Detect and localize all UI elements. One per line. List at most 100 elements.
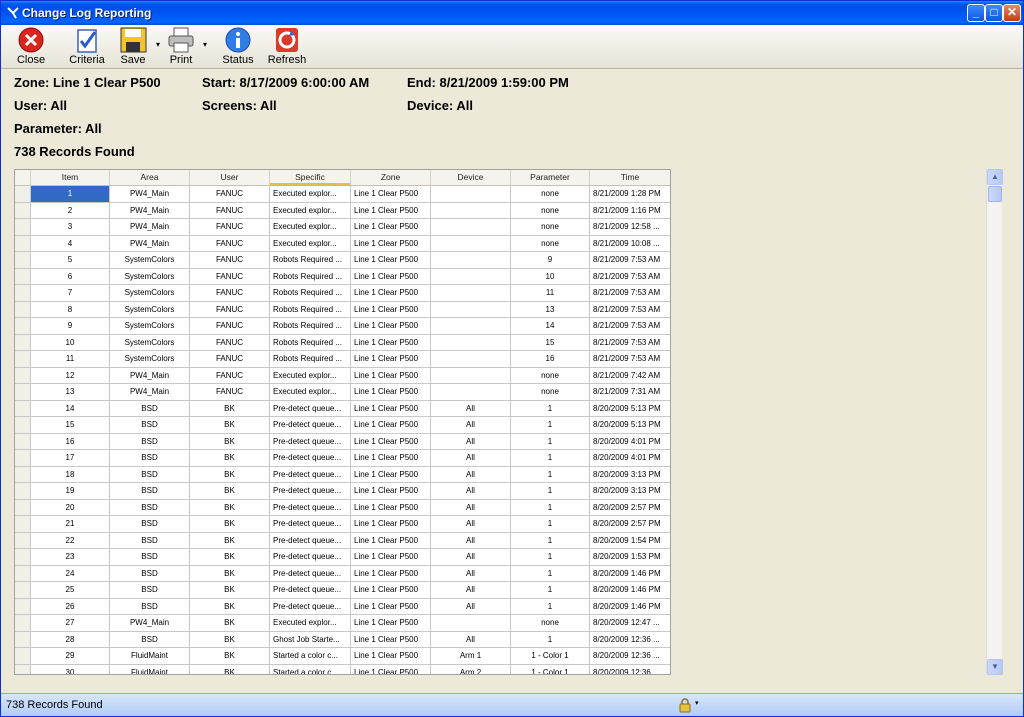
row-selector[interactable] <box>15 582 31 599</box>
table-cell[interactable]: 14 <box>511 318 590 335</box>
table-cell[interactable]: FANUC <box>190 219 270 236</box>
table-cell[interactable]: BSD <box>110 565 190 582</box>
table-cell[interactable]: 27 <box>31 615 110 632</box>
row-selector[interactable] <box>15 433 31 450</box>
table-cell[interactable]: 25 <box>31 582 110 599</box>
table-cell[interactable]: Line 1 Clear P500 <box>351 466 431 483</box>
table-cell[interactable]: none <box>511 384 590 401</box>
table-cell[interactable]: Line 1 Clear P500 <box>351 219 431 236</box>
table-cell[interactable]: 8/20/2009 5:13 PM <box>590 417 670 434</box>
print-button[interactable]: Print <box>163 26 199 68</box>
table-cell[interactable]: SystemColors <box>110 252 190 269</box>
table-row[interactable]: 19 BSD BK Pre-detect queue... Line 1 Clear P… <box>15 483 670 500</box>
table-cell[interactable]: BSD <box>110 466 190 483</box>
table-row[interactable]: 20 BSD BK Pre-detect queue... Line 1 Clear P… <box>15 499 670 516</box>
row-selector[interactable] <box>15 631 31 648</box>
table-cell[interactable]: 10 <box>31 334 110 351</box>
table-cell[interactable] <box>431 285 511 302</box>
table-cell[interactable]: 8/20/2009 12:36 ... <box>590 665 670 675</box>
row-selector[interactable] <box>15 565 31 582</box>
table-cell[interactable]: 8/21/2009 7:53 AM <box>590 269 670 285</box>
table-cell[interactable]: Pre-detect queue... <box>270 433 351 450</box>
table-cell[interactable]: Pre-detect queue... <box>270 400 351 417</box>
table-cell[interactable]: Line 1 Clear P500 <box>351 301 431 318</box>
table-cell[interactable]: 6 <box>31 268 110 285</box>
table-cell[interactable]: Line 1 Clear P500 <box>351 516 431 533</box>
table-row[interactable]: 30 FluidMaint BK Started a color c... Line 1… <box>15 664 670 675</box>
table-cell[interactable] <box>431 615 511 632</box>
col-header-zone[interactable]: Zone <box>351 170 431 186</box>
table-cell[interactable] <box>431 384 511 401</box>
table-row[interactable]: 8 SystemColors FANUC Robots Required ... Lin… <box>15 301 670 318</box>
table-cell[interactable]: BK <box>190 549 270 566</box>
table-cell[interactable]: BSD <box>110 598 190 615</box>
table-cell[interactable]: BSD <box>110 483 190 500</box>
table-row[interactable]: 9 SystemColors FANUC Robots Required ... Lin… <box>15 318 670 335</box>
table-cell[interactable]: FANUC <box>190 318 270 335</box>
col-header-specific[interactable]: Specific <box>270 170 351 186</box>
table-cell[interactable]: 1 <box>511 433 590 450</box>
table-cell[interactable]: BSD <box>110 549 190 566</box>
table-row[interactable]: 4 PW4_Main FANUC Executed explor... Line 1 C… <box>15 235 670 252</box>
table-cell[interactable]: 1 <box>511 549 590 566</box>
table-cell[interactable]: FANUC <box>190 285 270 302</box>
table-cell[interactable]: Pre-detect queue... <box>270 466 351 483</box>
table-cell[interactable]: BSD <box>110 417 190 434</box>
table-cell[interactable]: 8/20/2009 3:13 PM <box>590 467 670 483</box>
table-cell[interactable]: FANUC <box>190 301 270 318</box>
table-row[interactable]: 17 BSD BK Pre-detect queue... Line 1 Clear P… <box>15 450 670 467</box>
table-cell[interactable]: BSD <box>110 631 190 648</box>
table-row[interactable]: 28 BSD BK Ghost Job Starte... Line 1 Clear P… <box>15 631 670 648</box>
lock-dropdown-icon[interactable]: ▾ <box>695 699 699 707</box>
table-row[interactable]: 26 BSD BK Pre-detect queue... Line 1 Clear P… <box>15 598 670 615</box>
save-button[interactable]: Save <box>116 26 150 68</box>
table-cell[interactable]: Executed explor... <box>270 367 351 384</box>
table-row[interactable]: 7 SystemColors FANUC Robots Required ... Lin… <box>15 285 670 302</box>
table-cell[interactable]: 16 <box>511 351 590 368</box>
row-selector[interactable] <box>15 384 31 401</box>
table-cell[interactable]: BSD <box>110 582 190 599</box>
table-cell[interactable]: BK <box>190 417 270 434</box>
table-cell[interactable]: 18 <box>31 466 110 483</box>
col-header-time[interactable]: Time <box>590 170 670 186</box>
table-row[interactable]: 29 FluidMaint BK Started a color c... Line 1… <box>15 648 670 665</box>
row-selector[interactable] <box>15 318 31 335</box>
table-cell[interactable]: FANUC <box>190 351 270 368</box>
table-cell[interactable]: 8/21/2009 12:58 ... <box>590 219 670 236</box>
table-cell[interactable] <box>431 186 511 203</box>
table-cell[interactable]: Arm 1 <box>431 648 511 665</box>
table-cell[interactable]: PW4_Main <box>110 615 190 632</box>
table-cell[interactable]: 8 <box>31 301 110 318</box>
table-cell[interactable]: Line 1 Clear P500 <box>351 598 431 615</box>
table-cell[interactable] <box>431 334 511 351</box>
table-cell[interactable]: Line 1 Clear P500 <box>351 450 431 467</box>
row-selector[interactable] <box>15 417 31 434</box>
table-cell[interactable]: 1 <box>511 598 590 615</box>
table-cell[interactable]: 28 <box>31 631 110 648</box>
table-cell[interactable]: 8/21/2009 1:16 PM <box>590 203 670 219</box>
table-cell[interactable]: 1 <box>511 631 590 648</box>
table-cell[interactable] <box>431 252 511 269</box>
table-cell[interactable]: Executed explor... <box>270 235 351 252</box>
table-cell[interactable]: Line 1 Clear P500 <box>351 384 431 401</box>
table-cell[interactable]: All <box>431 532 511 549</box>
row-selector[interactable] <box>15 202 31 219</box>
table-cell[interactable]: All <box>431 549 511 566</box>
table-cell[interactable]: BSD <box>110 433 190 450</box>
table-cell[interactable]: PW4_Main <box>110 367 190 384</box>
table-cell[interactable]: All <box>431 400 511 417</box>
table-cell[interactable]: Line 1 Clear P500 <box>351 285 431 302</box>
table-cell[interactable]: FANUC <box>190 252 270 269</box>
table-cell[interactable]: All <box>431 450 511 467</box>
table-cell[interactable]: BK <box>190 631 270 648</box>
table-cell[interactable]: 14 <box>31 400 110 417</box>
table-cell[interactable]: 1 <box>511 516 590 533</box>
table-cell[interactable]: 1 - Color 1 <box>511 648 590 665</box>
row-selector[interactable] <box>15 351 31 368</box>
table-cell[interactable]: Pre-detect queue... <box>270 450 351 467</box>
table-cell[interactable]: Line 1 Clear P500 <box>351 367 431 384</box>
table-cell[interactable]: BK <box>190 450 270 467</box>
table-cell[interactable]: 8/20/2009 4:01 PM <box>590 434 670 450</box>
table-cell[interactable]: Robots Required ... <box>270 301 351 318</box>
table-cell[interactable] <box>431 268 511 285</box>
